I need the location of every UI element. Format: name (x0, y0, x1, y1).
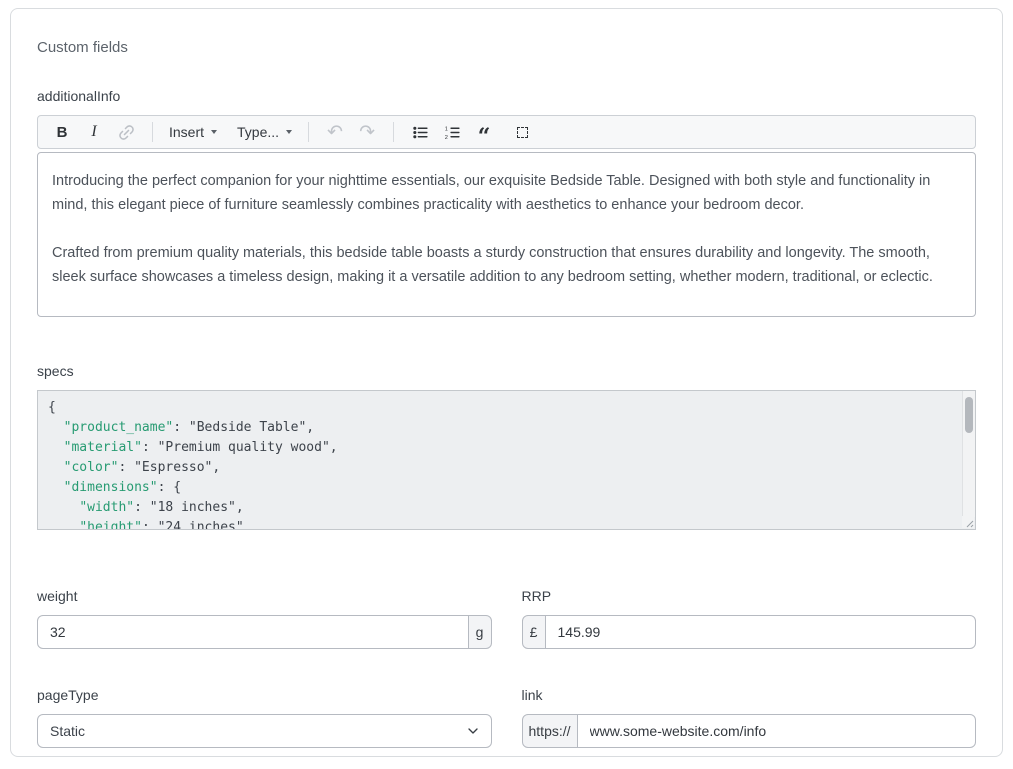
weight-label: weight (37, 588, 492, 604)
weight-unit-addon: g (468, 615, 492, 649)
page-type-select[interactable]: Static (37, 714, 492, 748)
additional-info-label: additionalInfo (37, 88, 976, 104)
code-line: "dimensions": { (48, 478, 951, 498)
specs-code: { "product_name": "Bedside Table", "mate… (38, 391, 975, 530)
specs-label: specs (37, 363, 976, 379)
rrp-input[interactable] (545, 615, 977, 649)
specs-field: specs { "product_name": "Bedside Table",… (37, 363, 976, 530)
card-title: Custom fields (37, 39, 976, 56)
undo-icon: ↶ (327, 123, 343, 142)
link-field: link https:// (522, 687, 977, 748)
weight-field: weight g (37, 588, 492, 649)
type-dropdown[interactable]: Type... (233, 118, 296, 146)
editor-paragraph: Introducing the perfect companion for yo… (52, 169, 961, 217)
ordered-list-button[interactable]: 1 2 (438, 118, 466, 146)
code-key: "material" (64, 440, 142, 455)
page: Custom fields additionalInfo B I Insert (0, 0, 1013, 769)
code-line: "product_name": "Bedside Table", (48, 418, 951, 438)
redo-icon: ↷ (359, 123, 375, 142)
chevron-down-icon (211, 130, 217, 134)
rrp-label: RRP (522, 588, 977, 604)
chevron-down-icon (286, 130, 292, 134)
weight-rrp-row: weight g RRP £ (37, 588, 976, 649)
link-button[interactable] (112, 118, 140, 146)
embed-block-icon (517, 127, 528, 138)
code-line: "material": "Premium quality wood", (48, 438, 951, 458)
specs-scrollbar-thumb[interactable] (965, 397, 973, 433)
undo-button[interactable]: ↶ (321, 118, 349, 146)
toolbar-divider (393, 122, 394, 142)
embed-block-button[interactable] (508, 118, 536, 146)
link-icon (118, 124, 135, 141)
link-label: link (522, 687, 977, 703)
weight-input[interactable] (37, 615, 469, 649)
rrp-field: RRP £ (522, 588, 977, 649)
code-line: "width": "18 inches", (48, 498, 951, 518)
bullet-list-icon (412, 124, 429, 141)
page-type-label: pageType (37, 687, 492, 703)
code-key: "width" (79, 500, 134, 515)
svg-text:1: 1 (444, 126, 447, 132)
editor-paragraph: Crafted from premium quality materials, … (52, 241, 961, 289)
blockquote-icon: “ (478, 132, 491, 142)
code-line: "color": "Espresso", (48, 458, 951, 478)
insert-dropdown[interactable]: Insert (165, 118, 221, 146)
rich-text-toolbar: B I Insert Type... (37, 115, 976, 149)
specs-scrollbar[interactable] (962, 391, 975, 517)
page-type-field: pageType Static (37, 687, 492, 748)
toolbar-divider (308, 122, 309, 142)
code-key: "color" (64, 460, 119, 475)
svg-text:2: 2 (444, 134, 447, 140)
blockquote-button[interactable]: “ (470, 118, 498, 146)
code-line: { (48, 398, 951, 418)
redo-button[interactable]: ↷ (353, 118, 381, 146)
specs-code-editor[interactable]: { "product_name": "Bedside Table", "mate… (37, 390, 976, 530)
bold-button[interactable]: B (48, 118, 76, 146)
protocol-addon: https:// (522, 714, 578, 748)
link-input[interactable] (577, 714, 976, 748)
code-line: "height": "24 inches" (48, 518, 951, 530)
bullet-list-button[interactable] (406, 118, 434, 146)
currency-addon: £ (522, 615, 546, 649)
code-key: "height" (79, 520, 142, 530)
pagetype-link-row: pageType Static link https:// (37, 687, 976, 748)
ordered-list-icon: 1 2 (444, 124, 461, 141)
code-key: "product_name" (64, 420, 174, 435)
resize-handle[interactable] (962, 516, 974, 528)
insert-dropdown-label: Insert (169, 124, 204, 140)
editor-content[interactable]: Introducing the perfect companion for yo… (37, 152, 976, 317)
custom-fields-card: Custom fields additionalInfo B I Insert (10, 8, 1003, 757)
toolbar-divider (152, 122, 153, 142)
code-key: "dimensions" (64, 480, 158, 495)
additional-info-field: additionalInfo B I Insert Ty (37, 88, 976, 317)
italic-button[interactable]: I (80, 118, 108, 146)
type-dropdown-label: Type... (237, 124, 279, 140)
